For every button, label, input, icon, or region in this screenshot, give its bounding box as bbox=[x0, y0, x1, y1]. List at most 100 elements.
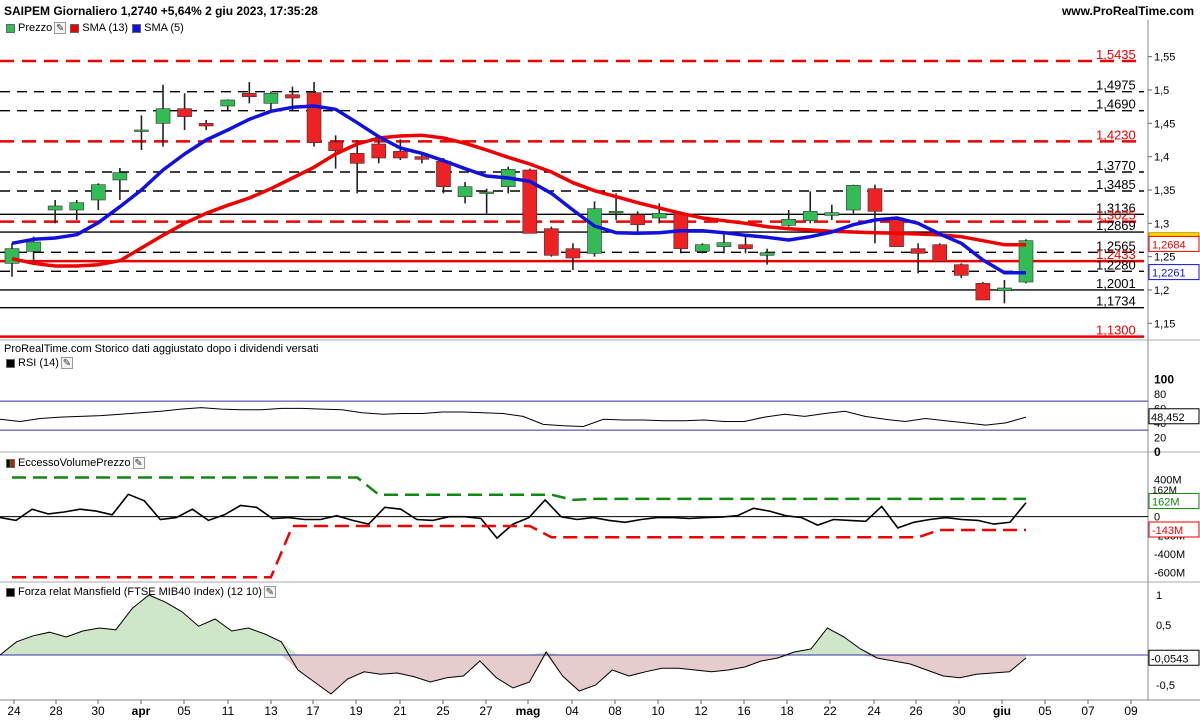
candle-body bbox=[349, 153, 365, 164]
x-tick-label: 28 bbox=[49, 704, 63, 718]
price-tick-label: 1,35 bbox=[1154, 185, 1175, 197]
sma5-swatch-icon bbox=[132, 23, 142, 33]
candle-body bbox=[393, 151, 408, 159]
wrench-icon[interactable]: ✎ bbox=[263, 586, 276, 598]
price-tick-label: 1,4 bbox=[1154, 152, 1169, 164]
mansfield-title: Forza relat Mansfield (FTSE MIB40 Index)… bbox=[18, 586, 262, 598]
x-tick-label: giu bbox=[993, 704, 1011, 718]
price-tick-label: 1,55 bbox=[1154, 52, 1175, 64]
candle-body bbox=[112, 172, 128, 181]
candle-body bbox=[738, 244, 753, 249]
candle-body bbox=[565, 248, 581, 259]
volume-swatch-icon bbox=[6, 458, 15, 468]
horizontal-level-label: 1,3485 bbox=[1096, 177, 1136, 192]
volume-legend: EccessoVolumePrezzo ✎ bbox=[2, 457, 145, 469]
x-tick-label: 04 bbox=[565, 704, 579, 718]
value-tag-label: 1,2261 bbox=[1152, 268, 1186, 280]
candle-body bbox=[630, 214, 645, 225]
mansfield-tick-label: -0,5 bbox=[1156, 680, 1175, 692]
horizontal-level-label: 1,4230 bbox=[1096, 127, 1136, 142]
wrench-icon[interactable]: ✎ bbox=[54, 22, 67, 34]
candle-body bbox=[975, 283, 991, 301]
candle-body bbox=[26, 241, 41, 252]
x-tick-label: 24 bbox=[7, 704, 21, 718]
rsi-tick-label: 0 bbox=[1154, 445, 1161, 459]
x-tick-label: apr bbox=[132, 704, 151, 718]
candle-body bbox=[155, 108, 171, 124]
candle-body bbox=[371, 143, 387, 159]
candle-body bbox=[134, 129, 149, 132]
legend-sma13-label: SMA (13) bbox=[82, 22, 129, 34]
mansfield-swatch-icon bbox=[6, 587, 15, 597]
x-tick-label: 05 bbox=[1038, 704, 1052, 718]
candle-body bbox=[479, 191, 494, 194]
x-tick-label: 13 bbox=[264, 704, 278, 718]
candle-body bbox=[867, 188, 883, 212]
horizontal-level-label: 1,2280 bbox=[1096, 257, 1136, 272]
candle-body bbox=[436, 161, 451, 187]
rsi-line bbox=[0, 407, 1027, 428]
price-tick-label: 1,5 bbox=[1154, 85, 1169, 97]
rsi-swatch-icon bbox=[6, 358, 15, 368]
wrench-icon[interactable]: ✎ bbox=[60, 357, 73, 369]
volume-main-label: 162M bbox=[1152, 486, 1177, 497]
candle-body bbox=[90, 184, 106, 201]
volume-lower-label: -143M bbox=[1152, 525, 1183, 537]
candle-body bbox=[846, 185, 861, 211]
legend-price-label: Prezzo bbox=[18, 22, 53, 34]
x-tick-label: 16 bbox=[737, 704, 751, 718]
candle-body bbox=[695, 244, 710, 252]
rsi-tick-label: 20 bbox=[1154, 432, 1166, 444]
volume-lower-line bbox=[12, 524, 1026, 579]
value-tag-label: 1,2684 bbox=[1152, 239, 1186, 251]
x-tick-label: 21 bbox=[393, 704, 407, 718]
candle-body bbox=[910, 248, 926, 254]
price-tick-label: 1,25 bbox=[1154, 252, 1175, 264]
candle-body bbox=[306, 92, 322, 143]
mansfield-positive-area bbox=[0, 595, 1026, 655]
rsi-tick-label: 100 bbox=[1154, 372, 1174, 386]
x-tick-label: 08 bbox=[608, 704, 622, 718]
horizontal-level-label: 1,4690 bbox=[1096, 97, 1136, 112]
x-tick-label: 30 bbox=[91, 704, 105, 718]
x-tick-label: 27 bbox=[479, 704, 493, 718]
x-tick-label: 12 bbox=[694, 704, 708, 718]
horizontal-level-label: 1,4975 bbox=[1096, 78, 1136, 93]
x-tick-label: 19 bbox=[349, 704, 363, 718]
mansfield-tick-label: 0,5 bbox=[1156, 620, 1171, 632]
candle-body bbox=[802, 211, 818, 221]
price-tick-label: 1,2 bbox=[1154, 285, 1169, 297]
horizontal-level-label: 1,2001 bbox=[1096, 276, 1136, 291]
candle-body bbox=[953, 264, 969, 276]
candle-body bbox=[198, 123, 214, 127]
volume-title: EccessoVolumePrezzo bbox=[18, 457, 131, 469]
price-tick-label: 1,15 bbox=[1154, 318, 1175, 330]
candle-body bbox=[997, 287, 1012, 291]
x-tick-label: 07 bbox=[1081, 704, 1095, 718]
price-tick-label: 1,3 bbox=[1154, 218, 1169, 230]
x-tick-label: 18 bbox=[780, 704, 794, 718]
candle-body bbox=[328, 141, 343, 151]
footnote: ProRealTime.com Storico dati aggiustato … bbox=[4, 343, 319, 355]
price-legend: Prezzo ✎ SMA (13) SMA (5) bbox=[2, 22, 184, 34]
legend-sma5-label: SMA (5) bbox=[144, 22, 184, 34]
volume-tick-label: -600M bbox=[1154, 568, 1185, 580]
chart-canvas: 1,55 1,5 1,45 1,4 1,35 1,3 1,25 1,2 1,15 1,5435 1,… bbox=[0, 20, 1200, 718]
rsi-legend: RSI (14) ✎ bbox=[2, 357, 73, 369]
x-tick-label: 24 bbox=[867, 704, 881, 718]
candle-body bbox=[781, 219, 796, 226]
mansfield-tick-label: 1 bbox=[1156, 590, 1162, 602]
x-tick-label: 09 bbox=[1124, 704, 1138, 718]
candle-body bbox=[69, 202, 85, 211]
x-tick-label: 22 bbox=[823, 704, 837, 718]
volume-upper-line bbox=[12, 476, 1026, 502]
mansfield-legend: Forza relat Mansfield (FTSE MIB40 Index)… bbox=[2, 586, 276, 598]
rsi-value-label: 48,452 bbox=[1151, 412, 1185, 424]
mansfield-value-label: -0,0543 bbox=[1151, 653, 1188, 665]
site-label[interactable]: www.ProRealTime.com bbox=[1062, 4, 1194, 18]
candle-body bbox=[1018, 240, 1034, 283]
candle-body bbox=[47, 205, 63, 211]
candle-body bbox=[824, 212, 840, 216]
candle-body bbox=[587, 208, 602, 254]
wrench-icon[interactable]: ✎ bbox=[132, 457, 145, 469]
